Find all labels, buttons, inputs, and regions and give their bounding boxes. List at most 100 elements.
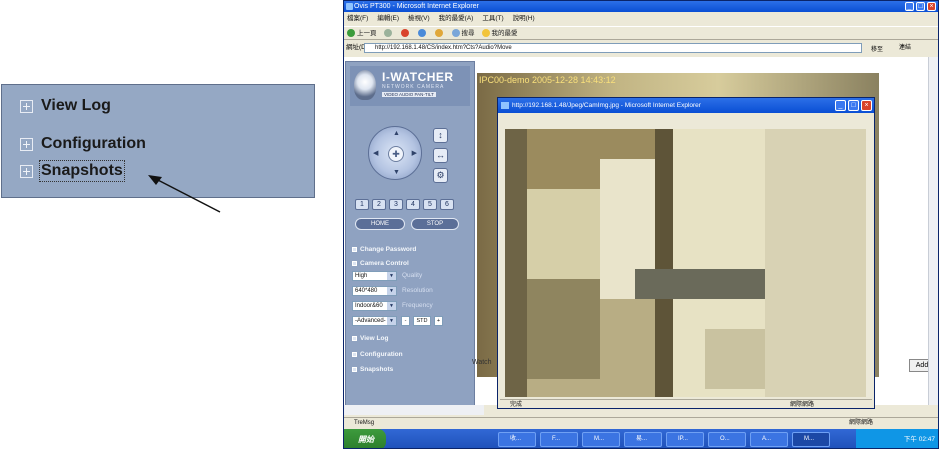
taskbar-item[interactable]: 易... [624,432,662,447]
camera-control-panel: I-WATCHER NETWORK CAMERA VIDEO AUDIO PAN… [345,61,475,407]
go-button[interactable]: 移至 [871,43,883,57]
pan-left-icon[interactable]: ◀ [373,149,378,157]
quality-label: Quality [402,272,423,279]
advanced-select[interactable]: -Advanced- ▼ [352,316,397,326]
logo-block: I-WATCHER NETWORK CAMERA VIDEO AUDIO PAN… [350,66,470,106]
preset-6-button[interactable]: 6 [440,199,454,210]
taskbar-item[interactable]: IP... [666,432,704,447]
popup-status-text: 完成 [510,402,523,408]
taskbar-item-active[interactable]: M... [792,432,830,447]
refresh-icon[interactable] [417,27,428,39]
start-button[interactable]: 開始 [344,429,386,448]
expand-plus-icon [20,164,33,178]
resolution-select[interactable]: 640*480 ▼ [352,286,397,296]
configuration-item[interactable]: Configuration [352,351,403,358]
forward-button[interactable] [383,27,394,39]
taskbar-item[interactable]: M... [582,432,620,447]
advanced-minus-button[interactable]: - [401,316,410,326]
address-input[interactable]: http://192.168.1.48/CS/index.htm?Cts?Aud… [364,43,862,53]
menu-help[interactable]: 說明(H) [513,13,535,25]
resolution-label: Resolution [402,287,433,294]
preset-4-button[interactable]: 4 [406,199,420,210]
menu-file[interactable]: 檔案(F) [347,13,368,25]
center-icon[interactable]: ✚ [388,146,404,162]
chevron-down-icon: ▼ [387,287,396,295]
advanced-std-button[interactable]: STD [413,316,431,326]
expand-plus-icon [20,137,33,151]
gear-icon[interactable]: ⚙ [433,168,448,183]
view-log-item[interactable]: View Log [352,335,388,342]
search-button[interactable]: 搜尋 [451,27,475,39]
minimize-button[interactable]: _ [905,2,914,11]
quality-select[interactable]: High ▼ [352,271,397,281]
preset-2-button[interactable]: 2 [372,199,386,210]
popup-statusbar: 完成 網際網路 [500,399,872,409]
close-button[interactable]: × [927,2,936,11]
menu-tools[interactable]: 工具(T) [482,13,503,25]
taskbar-item[interactable]: 收... [498,432,536,447]
menu-favorites[interactable]: 我的最愛(A) [439,13,474,25]
frequency-label: Frequency [402,302,433,309]
zoom-menu-item-snapshots[interactable]: Snapshots [20,160,125,182]
taskbar-item[interactable]: A... [750,432,788,447]
star-icon [481,29,490,38]
pan-tilt-pad[interactable]: ▲ ▼ ◀ ▶ ✚ [368,126,422,180]
favorites-button[interactable]: 我的最愛 [481,27,518,39]
snapshot-image [505,129,866,397]
feed-timestamp: IPC00-demo 2005-12-28 14:43:12 [479,75,616,85]
zoom-menu-item-configuration[interactable]: Configuration [20,135,146,153]
stop-button[interactable]: STOP [411,218,459,230]
zoom-menu-item-view-log[interactable]: View Log [20,97,111,115]
bullet-icon [352,261,357,266]
home-icon[interactable] [434,27,445,39]
vertical-scrollbar[interactable] [928,57,938,405]
bullet-icon [352,367,357,372]
bullet-icon [352,352,357,357]
menu-view[interactable]: 檢視(V) [408,13,430,25]
vertical-patrol-button[interactable]: ↕ [433,128,448,143]
bullet-icon [352,247,357,252]
taskbar: 開始 收... F... M... 易... IP... O... A... M… [344,429,938,448]
popup-close-button[interactable]: × [861,100,872,111]
popup-maximize-button[interactable]: □ [848,100,859,111]
menu-edit[interactable]: 編輯(E) [377,13,399,25]
frequency-select[interactable]: Indoor&60 ▼ [352,301,397,311]
ie-icon [346,3,353,10]
pan-right-icon[interactable]: ▶ [412,149,417,157]
forward-icon [383,29,392,38]
maximize-button[interactable]: □ [916,2,925,11]
chevron-down-icon: ▼ [387,302,396,310]
change-password-item[interactable]: Change Password [352,246,416,253]
snapshots-item[interactable]: Snapshots [352,366,393,373]
watch-label: Watch [472,359,492,366]
links-label[interactable]: 連結 [899,41,911,55]
home-button[interactable]: HOME [355,218,405,230]
browser-menubar: 檔案(F) 編輯(E) 檢視(V) 我的最愛(A) 工具(T) 說明(H) [344,13,938,25]
taskbar-item[interactable]: F... [540,432,578,447]
horizontal-scrollbar[interactable] [344,405,484,415]
corridor-scene [505,129,866,397]
taskbar-item[interactable]: O... [708,432,746,447]
preset-5-button[interactable]: 5 [423,199,437,210]
stop-icon[interactable] [400,27,411,39]
status-zone: 網際網路 [849,420,874,426]
tilt-up-icon[interactable]: ▲ [393,130,400,137]
popup-title: http://192.168.1.48/Jpeg/CamImg.jpg - Mi… [512,102,701,109]
preset-1-button[interactable]: 1 [355,199,369,210]
back-button[interactable]: 上一頁 [347,27,377,39]
preset-buttons: 1 2 3 4 5 6 [355,199,454,210]
status-text: TreMsg [354,420,375,426]
ie-icon [501,102,509,109]
browser-titlebar: Ovis PT300 - Microsoft Internet Explorer… [344,1,938,12]
browser-statusbar: TreMsg 網際網路 [344,417,938,428]
preset-3-button[interactable]: 3 [389,199,403,210]
advanced-plus-button[interactable]: + [434,316,443,326]
browser-toolbar: 上一頁 搜尋 我的最愛 [344,26,938,40]
horizontal-patrol-button[interactable]: ↔ [433,148,448,163]
camera-control-item[interactable]: Camera Control [352,260,409,267]
back-icon [347,29,355,38]
tilt-down-icon[interactable]: ▼ [393,169,400,176]
logo-title: I-WATCHER [382,70,454,84]
home-label: HOME [371,221,389,227]
popup-minimize-button[interactable]: _ [835,100,846,111]
